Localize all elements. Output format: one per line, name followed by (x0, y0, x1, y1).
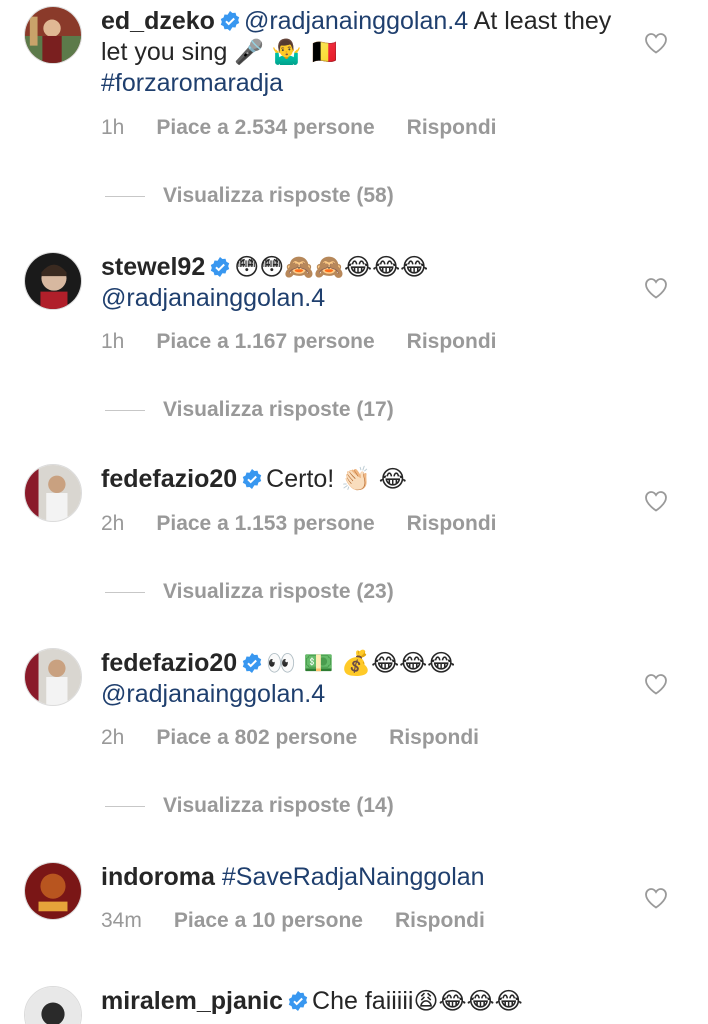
heart-icon[interactable] (644, 490, 668, 512)
view-replies-button[interactable]: Visualizza risposte (14) (105, 794, 394, 818)
verified-badge-icon (242, 653, 262, 673)
avatar[interactable] (24, 862, 82, 920)
view-replies-button[interactable]: Visualizza risposte (23) (105, 580, 394, 604)
verified-badge-icon (288, 991, 308, 1011)
reply-button[interactable]: Rispondi (407, 512, 497, 536)
comment-text: indoroma #SaveRadjaNainggolan (101, 862, 618, 893)
view-replies-label: Visualizza risposte (17) (163, 398, 394, 421)
heart-icon[interactable] (644, 32, 668, 54)
likes-count[interactable]: Piace a 1.153 persone (156, 512, 374, 536)
username[interactable]: fedefazio20 (101, 465, 237, 493)
username[interactable]: indoroma (101, 863, 215, 891)
verified-badge-icon (242, 469, 262, 489)
reply-button[interactable]: Rispondi (389, 726, 479, 750)
comment-text: stewel92 😳😳🙈🙈😂😂😂 @radjanainggolan.4 (101, 252, 618, 314)
comment-meta: 34m Piace a 10 persone Rispondi (101, 909, 485, 933)
username[interactable]: fedefazio20 (101, 649, 237, 677)
avatar[interactable] (24, 648, 82, 706)
view-replies-label: Visualizza risposte (14) (163, 794, 394, 817)
emoji-group: 👀 💵 💰😂😂😂 (266, 649, 456, 677)
view-replies-label: Visualizza risposte (23) (163, 580, 394, 603)
mention-link[interactable]: @radjanainggolan.4 (101, 680, 325, 708)
hashtag-link[interactable]: #forzaromaradja (101, 69, 283, 97)
likes-count[interactable]: Piace a 2.534 persone (156, 116, 374, 140)
emoji-group: 🎤 🤷‍♂️ 🇧🇪 (234, 38, 340, 66)
comment-text: miralem_pjanic Che faiiiii😩😂😂😂 (101, 986, 618, 1017)
comments-screen: ed_dzeko @radjanainggolan.4 At least they… (0, 0, 708, 1024)
comment-text: fedefazio20 Certo! 👏🏻 😂 (101, 464, 618, 495)
verified-badge-icon (211, 257, 230, 277)
mention-link[interactable]: @radjanainggolan.4 (101, 284, 325, 312)
comment-text: ed_dzeko @radjanainggolan.4 At least they… (101, 6, 618, 99)
comment-meta: 1h Piace a 2.534 persone Rispondi (101, 116, 497, 140)
avatar[interactable] (24, 252, 82, 310)
emoji-group: 😩😂😂😂 (413, 987, 523, 1015)
view-replies-button[interactable]: Visualizza risposte (58) (105, 184, 394, 208)
comment-body: Certo! (266, 465, 335, 493)
divider-line (105, 591, 145, 593)
view-replies-label: Visualizza risposte (58) (163, 184, 394, 207)
view-replies-button[interactable]: Visualizza risposte (17) (105, 398, 394, 422)
likes-count[interactable]: Piace a 1.167 persone (156, 330, 374, 354)
mention-link[interactable]: @radjanainggolan.4 (244, 7, 468, 35)
reply-button[interactable]: Rispondi (407, 116, 497, 140)
comment-meta: 2h Piace a 802 persone Rispondi (101, 726, 479, 750)
comment-meta: 2h Piace a 1.153 persone Rispondi (101, 512, 497, 536)
likes-count[interactable]: Piace a 10 persone (174, 909, 363, 933)
heart-icon[interactable] (644, 887, 668, 909)
heart-icon[interactable] (644, 673, 668, 695)
username[interactable]: miralem_pjanic (101, 987, 283, 1015)
avatar[interactable] (24, 6, 82, 64)
comment-body: Che faiiiii (312, 987, 414, 1015)
divider-line (105, 805, 145, 807)
emoji-group: 😳😳🙈🙈😂😂😂 (234, 253, 429, 281)
divider-line (105, 409, 145, 411)
reply-button[interactable]: Rispondi (407, 330, 497, 354)
verified-badge-icon (220, 11, 240, 31)
avatar[interactable] (24, 986, 82, 1024)
reply-button[interactable]: Rispondi (395, 909, 485, 933)
username[interactable]: ed_dzeko (101, 7, 215, 35)
likes-count[interactable]: Piace a 802 persone (156, 726, 357, 750)
comment-text: fedefazio20 👀 💵 💰😂😂😂 @radjanainggolan.4 (101, 648, 618, 710)
timestamp: 1h (101, 116, 125, 139)
avatar[interactable] (24, 464, 82, 522)
timestamp: 34m (101, 909, 142, 932)
divider-line (105, 195, 145, 197)
hashtag-link[interactable]: #SaveRadjaNainggolan (222, 863, 485, 891)
timestamp: 2h (101, 726, 125, 749)
username[interactable]: stewel92 (101, 253, 205, 281)
emoji-group: 👏🏻 😂 (341, 465, 407, 493)
comment-meta: 1h Piace a 1.167 persone Rispondi (101, 330, 497, 354)
timestamp: 1h (101, 330, 125, 353)
timestamp: 2h (101, 512, 125, 535)
heart-icon[interactable] (644, 277, 668, 299)
